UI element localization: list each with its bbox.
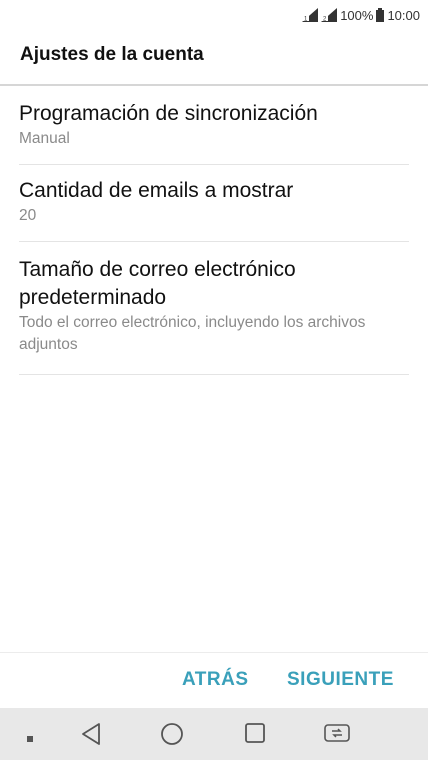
setting-value: Manual (19, 130, 70, 147)
sim-1-signal-icon: 1 (302, 8, 319, 22)
back-button[interactable]: ATRÁS (182, 669, 249, 691)
navigation-bar (0, 708, 428, 760)
recents-square-icon[interactable] (244, 722, 266, 749)
back-triangle-icon[interactable] (80, 722, 102, 751)
setting-title: Tamaño de correo electrónico predetermin… (19, 258, 296, 309)
setting-title: Programación de sincronización (19, 102, 318, 125)
setting-value: Todo el correo electrónico, incluyendo l… (19, 314, 366, 353)
app-header: Ajustes de la cuenta (0, 30, 428, 86)
dual-window-icon[interactable] (323, 722, 351, 749)
clock: 10:00 (387, 7, 420, 23)
settings-list: Programación de sincronización Manual Ca… (0, 88, 428, 375)
page-title: Ajustes de la cuenta (20, 44, 204, 65)
battery-percent: 100% (340, 7, 374, 23)
battery-icon (376, 8, 385, 22)
action-bar: ATRÁS SIGUIENTE (0, 652, 428, 708)
home-circle-icon[interactable] (160, 722, 184, 751)
setting-value: 20 (19, 207, 37, 224)
square-dot-icon[interactable] (26, 730, 34, 748)
setting-sync-schedule[interactable]: Programación de sincronización Manual (19, 88, 409, 165)
next-button[interactable]: SIGUIENTE (287, 669, 394, 691)
setting-emails-to-show[interactable]: Cantidad de emails a mostrar 20 (19, 165, 409, 242)
setting-default-email-size[interactable]: Tamaño de correo electrónico predetermin… (19, 242, 409, 375)
status-bar: 1 2 100% 10:00 (0, 0, 428, 30)
sim-2-signal-icon: 2 (321, 8, 338, 22)
setting-title: Cantidad de emails a mostrar (19, 179, 294, 202)
